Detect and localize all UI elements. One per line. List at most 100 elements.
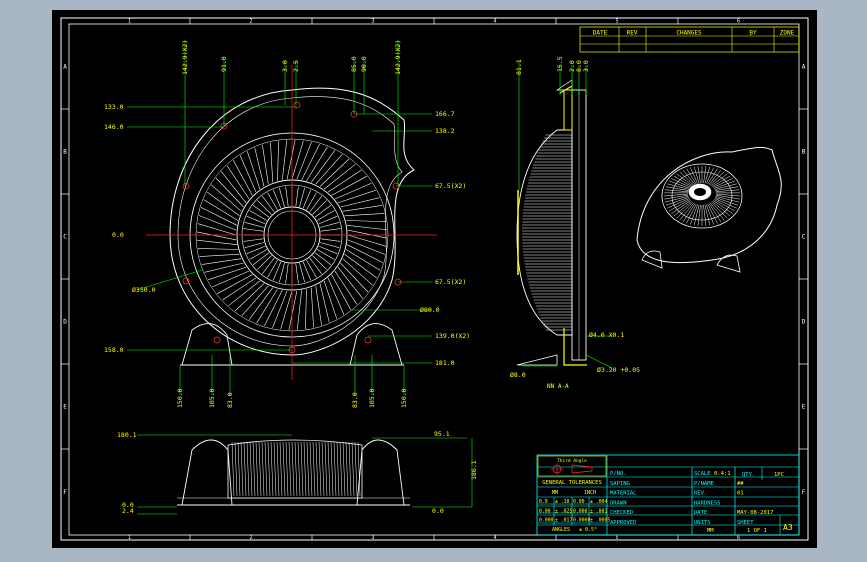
angles-value: ± 0.5°	[579, 527, 597, 533]
column-number: 2	[249, 535, 252, 541]
cad-drawing: 1 1 2 2 3 3 4 4 5 5 6 6 A A B B C C D D E E F F DATE REV CHANG…	[60, 17, 809, 542]
row-letter: A	[802, 64, 806, 71]
dim-top-6: 142.9(X2)	[394, 40, 402, 75]
field-label: DRAWN	[610, 500, 627, 506]
rev-header-by: BY	[749, 30, 757, 37]
rev-header-rev: REV	[627, 30, 638, 37]
sheet-label: SHEET	[737, 520, 754, 526]
title-block-right: SCALE P/NAME REV. HARDNESS DATE UNITS 0.4:1 ## 0…	[694, 471, 773, 534]
right-field-label: P/NAME	[694, 481, 714, 487]
dim-top-0: 142.9(X2)	[181, 40, 189, 75]
section-dim-right-0: Ø4.0 X0.1	[589, 331, 624, 339]
dim-top-3: 2.5	[292, 60, 300, 72]
dim-left-0: 133.0	[104, 103, 124, 111]
dim-right-1: 138.2	[435, 127, 455, 135]
bottom-fins	[231, 441, 361, 497]
bottom-dimension-text: 180.1 95.1 186.1 0.0 2.4 0.0	[117, 430, 478, 515]
row-letter: C	[802, 234, 806, 241]
row-letter: F	[63, 489, 67, 496]
right-field-value: MAY-08-2017	[737, 510, 773, 516]
dim-bottom-0: 150.0	[176, 388, 184, 408]
projection-label: Third Angle	[557, 458, 587, 464]
right-foot	[349, 323, 403, 366]
rev-header-zone: ZONE	[780, 30, 795, 37]
title-block-fields: P/NO. SAPING MATERIAL DRAWN CHECKED APPROVED	[610, 471, 637, 526]
front-view	[146, 65, 437, 380]
right-field-label: DATE	[694, 510, 707, 516]
tolerance-cell: 0.00	[573, 499, 585, 505]
dim-top-2: 3.0	[281, 60, 289, 72]
tolerance-cell: 0.000	[539, 518, 554, 524]
row-letter: B	[802, 149, 806, 156]
bottom-dim-5: 0.0	[122, 501, 134, 509]
dim-bottom-4: 105.0	[368, 388, 376, 408]
dim-bottom-3: 83.0	[351, 392, 359, 408]
units-mm: MM	[552, 490, 558, 496]
section-dimension-text: 81.1 15.5 2.0 8.0 3.0 Ø4.0 X0.1 Ø3.20 +0…	[510, 56, 640, 390]
dim-top-1: 91.0	[220, 56, 228, 72]
column-numbers: 1 1 2 2 3 3 4 4 5 5 6 6	[128, 19, 740, 542]
tolerance-cell: 0.000	[573, 508, 588, 514]
section-dimension-lines	[518, 60, 613, 369]
bottom-view	[177, 439, 410, 506]
dim-right-0: 166.7	[435, 110, 455, 118]
column-number: 5	[615, 535, 618, 541]
bottom-dim-0: 180.1	[117, 431, 137, 439]
right-field-label: HARDNESS	[694, 500, 721, 506]
dim-right-5: 139.0(X2)	[435, 332, 470, 340]
row-letter: F	[802, 489, 806, 496]
right-field-value: ##	[737, 481, 744, 487]
qty-label: QTY.	[742, 472, 755, 478]
dim-bottom-2: 83.0	[226, 392, 234, 408]
angles-label: ANGLES	[552, 527, 570, 533]
title-block: Third Angle GENERAL TOLERANCES MM INCH 0…	[536, 454, 800, 536]
tolerance-cell: 0.0	[539, 499, 548, 505]
section-dim-0: 81.1	[515, 59, 523, 75]
isometric-view	[636, 146, 782, 273]
projection-cone-icon	[571, 464, 593, 474]
dim-left-1: 146.0	[104, 123, 124, 131]
tolerance-rows: 0.0 ± .10 0.00 ± .0040.00 ± .025 0.000 ± .0010…	[539, 499, 610, 524]
bottom-dim-3: 0.0	[432, 507, 444, 515]
field-label: P/NO.	[610, 471, 627, 477]
column-number: 6	[737, 535, 740, 541]
qty-value: 1PC	[774, 472, 784, 478]
row-letter: A	[63, 64, 67, 71]
tolerance-cell: ± .025	[555, 508, 572, 514]
units-inch: INCH	[584, 490, 596, 496]
right-field-label: REV.	[694, 491, 707, 497]
column-number: 2	[249, 19, 252, 25]
tolerance-cell: ± .004	[590, 499, 607, 505]
bottom-dim-1: 95.1	[434, 430, 450, 438]
row-letter: E	[802, 404, 806, 411]
front-dimension-text: 133.0 146.0 0.0 158.0 Ø350.0 142.9(X2) 9…	[104, 40, 470, 408]
row-letter: C	[63, 234, 67, 241]
right-field-value: MM	[707, 528, 714, 534]
column-number: 3	[371, 535, 374, 541]
tolerances-title: GENERAL TOLERANCES	[542, 480, 602, 486]
column-number: 5	[615, 19, 618, 25]
left-foot	[181, 323, 233, 366]
dim-right-3: 67.5(X2)	[435, 278, 466, 286]
section-outline	[516, 129, 573, 336]
column-number: 1	[128, 535, 131, 541]
right-field-value: 0.4:1	[714, 471, 731, 477]
sheet-size: A3	[783, 523, 793, 532]
dim-left-3: 158.0	[104, 346, 124, 354]
dim-left-2: 0.0	[112, 231, 124, 239]
sheet-value: 1 OF 1	[747, 528, 767, 534]
section-dim-bottom: Ø8.0	[510, 371, 526, 379]
dim-right-6: 181.0	[435, 359, 455, 367]
tolerance-cell: ± .017	[555, 518, 572, 524]
tolerance-cell: 0.00	[539, 508, 551, 514]
rev-header-date: DATE	[593, 30, 608, 37]
column-number: 4	[493, 535, 496, 541]
right-field-label: UNITS	[694, 520, 711, 526]
rev-header-changes: CHANGES	[676, 30, 702, 37]
drawing-sheet: 1 1 2 2 3 3 4 4 5 5 6 6 A A B B C C D D E E F F DATE REV CHANG…	[52, 10, 817, 548]
tolerance-cell: ± .0005	[590, 518, 610, 524]
tolerance-cell: ± .001	[590, 508, 607, 514]
dim-diameter: Ø350.0	[132, 286, 156, 294]
dim-bottom-1: 105.0	[208, 388, 216, 408]
dim-top-4: 85.0	[350, 56, 358, 72]
